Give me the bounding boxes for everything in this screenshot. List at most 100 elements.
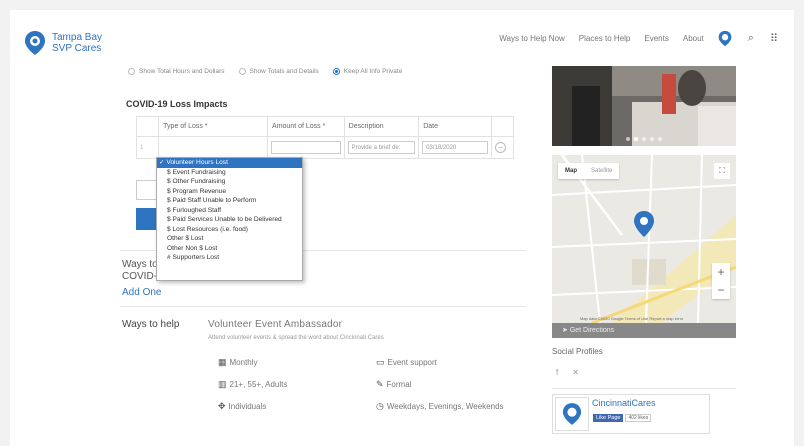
dropdown-option[interactable]: # Supporters Lost: [157, 253, 302, 263]
radio-dot: [238, 68, 246, 75]
event-title-link[interactable]: Volunteer Event Ambassador: [208, 319, 342, 330]
logo-line-1: Tampa Bay: [52, 32, 103, 43]
radio-label: Show Total Hours and Dollars: [139, 68, 225, 75]
description-cell: Provide a brief de:: [343, 136, 420, 159]
divider: [552, 388, 736, 389]
like-count: 402 likes: [625, 414, 652, 422]
carousel-dots: [552, 137, 736, 141]
radio-show-totals-details[interactable]: Show Totals and Details: [238, 68, 319, 75]
attr-ages: ▥ 21+, 55+, Adults: [218, 379, 287, 390]
map-canvas: [552, 155, 736, 323]
attr-text: 21+, 55+, Adults: [229, 380, 288, 389]
clock-icon: ◷: [376, 401, 384, 411]
volunteer-photo: [552, 66, 736, 146]
fullscreen-icon[interactable]: ⛶: [714, 163, 730, 179]
location-pin-avatar-icon: [562, 403, 582, 425]
zoom-in-button[interactable]: +: [712, 263, 730, 281]
dropdown-option[interactable]: $ Lost Resources (i.e. food): [157, 225, 302, 235]
logo-text: Tampa Bay SVP Cares: [52, 32, 102, 54]
table-header-amount: Amount of Loss *: [267, 116, 345, 137]
logo-line-2: SVP Cares: [52, 43, 102, 54]
radio-label: Keep All Info Private: [343, 68, 403, 75]
table-header-date: Date: [418, 116, 492, 137]
table-header-actions: [490, 116, 515, 137]
nav-places-to-help[interactable]: Places to Help: [579, 34, 631, 43]
table-header-row: Type of Loss * Amount of Loss * Descript…: [135, 116, 515, 137]
facebook-page-avatar: [555, 397, 589, 431]
loss-section-title: COVID-19 Loss Impacts: [126, 99, 228, 109]
dropdown-option[interactable]: $ Program Revenue: [157, 187, 302, 197]
type-of-loss-cell: [158, 136, 269, 159]
radio-show-total-hours[interactable]: Show Total Hours and Dollars: [128, 68, 225, 75]
location-map[interactable]: Map Satellite ⛶ + − Map data ©2020 Googl…: [552, 155, 736, 323]
attr-text: Individuals: [228, 402, 267, 411]
remove-row-icon[interactable]: −: [494, 142, 506, 153]
photo-carousel[interactable]: [552, 66, 736, 146]
radio-label: Show Totals and Details: [249, 68, 319, 75]
amount-cell: [267, 136, 345, 159]
nav-events[interactable]: Events: [644, 34, 668, 43]
carousel-dot[interactable]: [658, 137, 662, 141]
tab-map[interactable]: Map: [558, 163, 584, 179]
attr-text: Monthly: [229, 358, 258, 367]
facebook-like-row: Like Page 402 likes: [593, 414, 652, 422]
calendar-icon: ▦: [218, 357, 227, 367]
apps-grid-icon[interactable]: ⠿: [770, 32, 778, 45]
people-icon: ▥: [218, 379, 227, 389]
monitor-icon: ▭: [376, 357, 385, 367]
get-directions-label: Get Directions: [569, 327, 615, 334]
main-nav: Ways to Help Now Places to Help Events A…: [499, 28, 794, 48]
table-row: 1 Provide a brief de: 03/18/2020 −: [135, 136, 515, 159]
attr-frequency: ▦ Monthly: [218, 357, 258, 368]
nav-about[interactable]: About: [683, 34, 704, 43]
table-header-type: Type of Loss *: [158, 116, 269, 137]
dropdown-option[interactable]: ✓ Volunteer Hours Lost: [157, 158, 302, 168]
social-icons: f ✕: [556, 368, 579, 377]
amount-input[interactable]: [271, 141, 341, 154]
facebook-icon[interactable]: f: [556, 368, 558, 377]
navigation-arrow-icon: ➤: [562, 327, 568, 334]
facebook-page-widget[interactable]: CincinnatiCares Like Page 402 likes: [552, 394, 710, 434]
zoom-control: + −: [712, 263, 730, 299]
like-page-button[interactable]: Like Page: [593, 414, 624, 422]
attr-category: ▭ Event support: [376, 357, 437, 368]
pencil-icon: ✎: [376, 379, 384, 389]
description-input[interactable]: Provide a brief de:: [347, 141, 416, 154]
radio-dot: [128, 68, 135, 75]
date-input[interactable]: 03/18/2020: [422, 141, 488, 154]
dropdown-option[interactable]: $ Furloughed Staff: [157, 206, 302, 216]
radio-keep-private[interactable]: Keep All Info Private: [332, 68, 403, 75]
site-logo[interactable]: Tampa Bay SVP Cares: [24, 30, 102, 56]
carousel-dot[interactable]: [626, 137, 630, 141]
add-one-link[interactable]: Add One: [122, 287, 161, 298]
dropdown-option[interactable]: $ Other Fundraising: [157, 177, 302, 187]
attr-text: Formal: [386, 380, 412, 389]
location-pin-icon[interactable]: [718, 30, 732, 47]
carousel-dot[interactable]: [642, 137, 646, 141]
radio-dot-selected: [332, 68, 340, 75]
search-icon[interactable]: ⌕: [748, 32, 754, 45]
twitter-icon[interactable]: ✕: [572, 368, 579, 377]
attr-text: Event support: [387, 358, 437, 367]
attr-schedule: ◷ Weekdays, Evenings, Weekends: [376, 401, 504, 412]
facebook-page-name[interactable]: CincinnatiCares: [592, 398, 656, 408]
dropdown-option[interactable]: $ Paid Services Unable to be Delivered: [157, 215, 302, 225]
ways-to-help-label: Ways to help: [122, 319, 180, 330]
dropdown-option[interactable]: $ Event Fundraising: [157, 168, 302, 178]
date-cell: 03/18/2020: [418, 136, 492, 159]
loss-type-dropdown[interactable]: ✓ Volunteer Hours Lost $ Event Fundraisi…: [156, 157, 303, 281]
zoom-out-button[interactable]: −: [712, 281, 730, 299]
carousel-dot-active[interactable]: [634, 137, 638, 141]
dropdown-option[interactable]: $ Paid Staff Unable to Perform: [157, 196, 302, 206]
get-directions-button[interactable]: ➤ Get Directions: [552, 323, 736, 338]
dropdown-option[interactable]: Other Non $ Lost: [157, 244, 302, 254]
social-profiles-title: Social Profiles: [552, 347, 603, 356]
table-header-description: Description: [343, 116, 420, 137]
dropdown-option[interactable]: Other $ Lost: [157, 234, 302, 244]
tab-satellite[interactable]: Satellite: [584, 163, 619, 179]
divider: [120, 306, 526, 307]
carousel-dot[interactable]: [650, 137, 654, 141]
nav-ways-to-help-now[interactable]: Ways to Help Now: [499, 34, 565, 43]
attr-text: Weekdays, Evenings, Weekends: [386, 402, 504, 411]
attr-type: ✎ Formal: [376, 379, 411, 390]
